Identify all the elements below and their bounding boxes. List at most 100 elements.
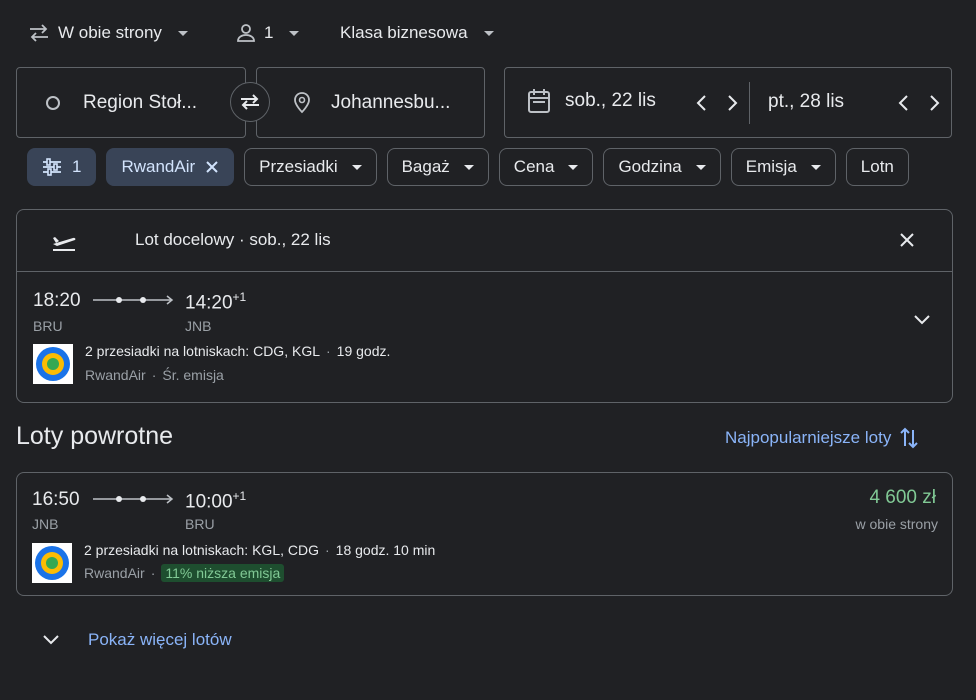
passenger-selector[interactable]: 1 bbox=[236, 18, 300, 48]
airline-name: RwandAir bbox=[84, 565, 145, 581]
separator: · bbox=[150, 565, 156, 581]
separator: · bbox=[151, 367, 157, 383]
airline-name: RwandAir bbox=[85, 367, 146, 383]
origin-value: Region Stoł... bbox=[83, 91, 198, 113]
airline-line: RwandAir · 11% niższa emisja bbox=[84, 564, 285, 582]
arrive-airport-code: BRU bbox=[185, 516, 215, 532]
trip-type-selector[interactable]: W obie strony bbox=[28, 18, 188, 48]
return-flight-card[interactable]: 16:50 JNB 10:00+1 BRU 2 przesiadki na lo… bbox=[16, 472, 953, 596]
price-filter-label: Cena bbox=[513, 157, 555, 176]
emissions-filter-label: Emisja bbox=[745, 157, 797, 176]
airports-filter-chip[interactable]: Lotn bbox=[845, 148, 909, 186]
dates-field: sob., 22 lis pt., 28 lis bbox=[504, 67, 952, 138]
airline-filter-label: RwandAir bbox=[121, 157, 196, 176]
sort-arrows-icon bbox=[899, 426, 919, 450]
duration: 19 godz. bbox=[336, 343, 391, 359]
depart-next-day-button[interactable] bbox=[725, 94, 739, 112]
price-note: w obie strony bbox=[855, 516, 938, 532]
sort-label: Najpopularniejsze loty bbox=[725, 428, 892, 447]
swap-locations-button[interactable] bbox=[230, 82, 270, 122]
destination-value: Johannesbu... bbox=[331, 91, 451, 113]
chevron-down-icon bbox=[483, 30, 494, 36]
cabin-class-label: Klasa biznesowa bbox=[340, 23, 468, 42]
chevron-down-icon bbox=[695, 164, 706, 170]
return-date-field[interactable]: pt., 28 lis bbox=[768, 91, 844, 113]
separator: · bbox=[325, 542, 330, 558]
calendar-icon bbox=[527, 88, 551, 114]
close-icon[interactable] bbox=[205, 160, 219, 174]
chevron-down-icon bbox=[568, 164, 579, 170]
filter-bar: 1 RwandAir Przesiadki Bagaż Cena Godzina… bbox=[27, 148, 952, 186]
location-pin-icon bbox=[293, 91, 311, 114]
swap-arrows-icon bbox=[28, 24, 50, 42]
price-filter-chip[interactable]: Cena bbox=[498, 148, 594, 186]
baggage-filter-label: Bagaż bbox=[401, 157, 450, 176]
duration: 18 godz. 10 min bbox=[335, 542, 436, 558]
cabin-class-selector[interactable]: Klasa biznesowa bbox=[340, 18, 494, 48]
trip-type-label: W obie strony bbox=[58, 23, 162, 42]
emission-badge: 11% niższa emisja bbox=[161, 564, 285, 582]
stops-text: 2 przesiadki na lotniskach: CDG, KGL bbox=[85, 343, 320, 359]
chevron-down-icon bbox=[177, 30, 188, 36]
selected-flight-card: Lot docelowy · sob., 22 lis 18:20 BRU 14… bbox=[16, 209, 953, 403]
price: 4 600 zł bbox=[869, 487, 936, 508]
swap-arrows-icon bbox=[239, 93, 261, 111]
depart-date-field[interactable]: sob., 22 lis bbox=[527, 88, 656, 114]
plane-departure-icon bbox=[51, 230, 77, 252]
show-more-button[interactable]: Pokaż więcej lotów bbox=[42, 630, 232, 650]
emissions-filter-chip[interactable]: Emisja bbox=[730, 148, 836, 186]
stops-line: 2 przesiadki na lotniskach: KGL, CDG · 1… bbox=[84, 542, 435, 558]
stops-filter-chip[interactable]: Przesiadki bbox=[244, 148, 377, 186]
filter-count: 1 bbox=[72, 157, 82, 176]
depart-airport-code: BRU bbox=[33, 318, 63, 334]
all-filters-button[interactable]: 1 bbox=[27, 148, 97, 186]
airports-filter-label: Lotn bbox=[860, 157, 894, 176]
close-icon[interactable] bbox=[899, 232, 915, 248]
chevron-down-icon bbox=[289, 30, 300, 36]
airline-logo bbox=[32, 543, 72, 583]
emission-label: Śr. emisja bbox=[162, 367, 224, 383]
show-more-label: Pokaż więcej lotów bbox=[88, 630, 232, 649]
stops-text: 2 przesiadki na lotniskach: KGL, CDG bbox=[84, 542, 319, 558]
chevron-down-icon bbox=[810, 164, 821, 170]
sort-button[interactable]: Najpopularniejsze loty bbox=[725, 426, 919, 450]
arrive-time-value: 10:00 bbox=[185, 491, 233, 513]
selected-flight-header: Lot docelowy · sob., 22 lis bbox=[17, 210, 952, 272]
chevron-down-icon bbox=[351, 164, 362, 170]
return-next-day-button[interactable] bbox=[927, 94, 941, 112]
arrive-airport-code: JNB bbox=[185, 318, 212, 334]
depart-airport-code: JNB bbox=[32, 516, 59, 532]
expand-details-button[interactable] bbox=[913, 314, 931, 326]
flight-path-icon bbox=[93, 294, 175, 306]
depart-time: 18:20 bbox=[33, 290, 81, 311]
airline-logo bbox=[33, 344, 73, 384]
selected-flight-title: Lot docelowy · sob., 22 lis bbox=[135, 230, 331, 249]
chevron-down-icon bbox=[42, 634, 60, 646]
stops-filter-label: Przesiadki bbox=[259, 157, 338, 176]
return-flights-title: Loty powrotne bbox=[16, 422, 174, 450]
depart-date-value: sob., 22 lis bbox=[565, 90, 656, 111]
origin-field[interactable]: Region Stoł... bbox=[16, 67, 246, 138]
circle-origin-icon bbox=[45, 95, 61, 111]
return-prev-day-button[interactable] bbox=[897, 94, 911, 112]
person-icon bbox=[236, 23, 256, 43]
arrive-time: 14:20+1 bbox=[185, 290, 246, 314]
arrive-time-value: 14:20 bbox=[185, 292, 233, 314]
chevron-down-icon bbox=[463, 164, 474, 170]
stops-line: 2 przesiadki na lotniskach: CDG, KGL · 1… bbox=[85, 343, 390, 359]
day-offset: +1 bbox=[232, 290, 247, 304]
airline-line: RwandAir · Śr. emisja bbox=[85, 367, 224, 383]
destination-field[interactable]: Johannesbu... bbox=[256, 67, 485, 138]
airline-filter-chip[interactable]: RwandAir bbox=[106, 148, 235, 186]
date-divider bbox=[749, 82, 750, 124]
arrive-time: 10:00+1 bbox=[185, 489, 246, 513]
day-offset: +1 bbox=[232, 489, 247, 503]
depart-time: 16:50 bbox=[32, 489, 80, 510]
passenger-count: 1 bbox=[264, 23, 274, 42]
depart-prev-day-button[interactable] bbox=[695, 94, 709, 112]
baggage-filter-chip[interactable]: Bagaż bbox=[386, 148, 489, 186]
time-filter-label: Godzina bbox=[618, 157, 682, 176]
flight-path-icon bbox=[93, 493, 175, 505]
time-filter-chip[interactable]: Godzina bbox=[603, 148, 721, 186]
separator: · bbox=[326, 343, 331, 359]
